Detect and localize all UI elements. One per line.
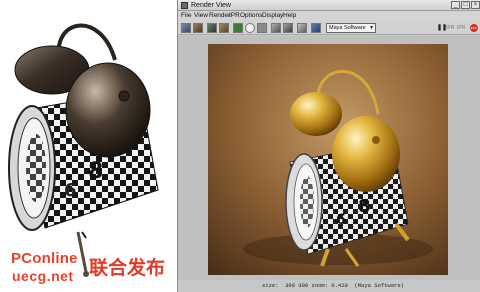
stop-render-icon[interactable]: ESC <box>470 24 478 32</box>
alpha-channel-icon[interactable] <box>245 23 255 33</box>
watermark-line2: uecg.net <box>12 268 74 284</box>
hypershade-icon[interactable] <box>311 23 321 33</box>
minimize-button[interactable]: _ <box>451 1 460 9</box>
ipr-label-a[interactable]: IPR <box>446 24 454 32</box>
svg-text:8: 8 <box>358 196 371 217</box>
tool-bar: Maya Software ▼ ❚❚ IPR IPR ESC <box>178 21 480 35</box>
rgb-channel-icon[interactable] <box>233 23 243 33</box>
ipr-label-b[interactable]: IPR <box>457 24 465 32</box>
redo-render-icon[interactable] <box>181 23 191 33</box>
rendered-image: 8 6 <box>208 44 448 275</box>
digit-6: 6 <box>64 180 77 201</box>
clock-wireframe-model: 8 6 <box>8 23 159 277</box>
menu-view[interactable]: View <box>194 11 208 21</box>
window-title: Render View <box>191 2 231 9</box>
menu-render[interactable]: Render <box>209 11 230 21</box>
render-viewport[interactable]: 8 6 <box>178 36 480 280</box>
renderer-dropdown[interactable]: Maya Software ▼ <box>326 23 376 33</box>
close-button[interactable]: × <box>471 1 480 9</box>
menu-display[interactable]: Display <box>262 11 283 21</box>
status-bar: size: 300 300 zoom: 0.420 (Maya Software… <box>178 280 480 292</box>
real-size-icon[interactable] <box>257 23 267 33</box>
app-icon <box>181 2 188 9</box>
ipr-render-icon[interactable] <box>219 23 229 33</box>
digit-8: 8 <box>88 159 103 184</box>
menu-bar: File View Render IPR Options Display Hel… <box>178 11 480 21</box>
menu-file[interactable]: File <box>181 11 191 21</box>
menu-help[interactable]: Help <box>283 11 296 21</box>
svg-text:6: 6 <box>336 212 346 228</box>
menu-ipr[interactable]: IPR <box>229 11 240 21</box>
watermark-cjk: 联合发布 <box>89 257 166 279</box>
title-bar[interactable]: Render View _ □ × <box>178 0 480 11</box>
render-view-window: Render View _ □ × File View Render IPR O… <box>177 0 480 292</box>
maximize-button[interactable]: □ <box>461 1 470 9</box>
snapshot-icon[interactable] <box>207 23 217 33</box>
render-settings-icon[interactable] <box>297 23 307 33</box>
remove-image-icon[interactable] <box>283 23 293 33</box>
renderer-value: Maya Software <box>329 25 366 31</box>
viewport-model-preview: 8 6 PConline uecg.net 联合发布 <box>0 0 176 292</box>
render-status-text: size: 300 300 zoom: 0.420 (Maya Software… <box>262 282 404 289</box>
watermark-line1: PConline <box>11 250 78 267</box>
keep-image-icon[interactable] <box>271 23 281 33</box>
menu-options[interactable]: Options <box>240 11 262 21</box>
render-region-icon[interactable] <box>193 23 203 33</box>
chevron-down-icon: ▼ <box>369 25 374 31</box>
